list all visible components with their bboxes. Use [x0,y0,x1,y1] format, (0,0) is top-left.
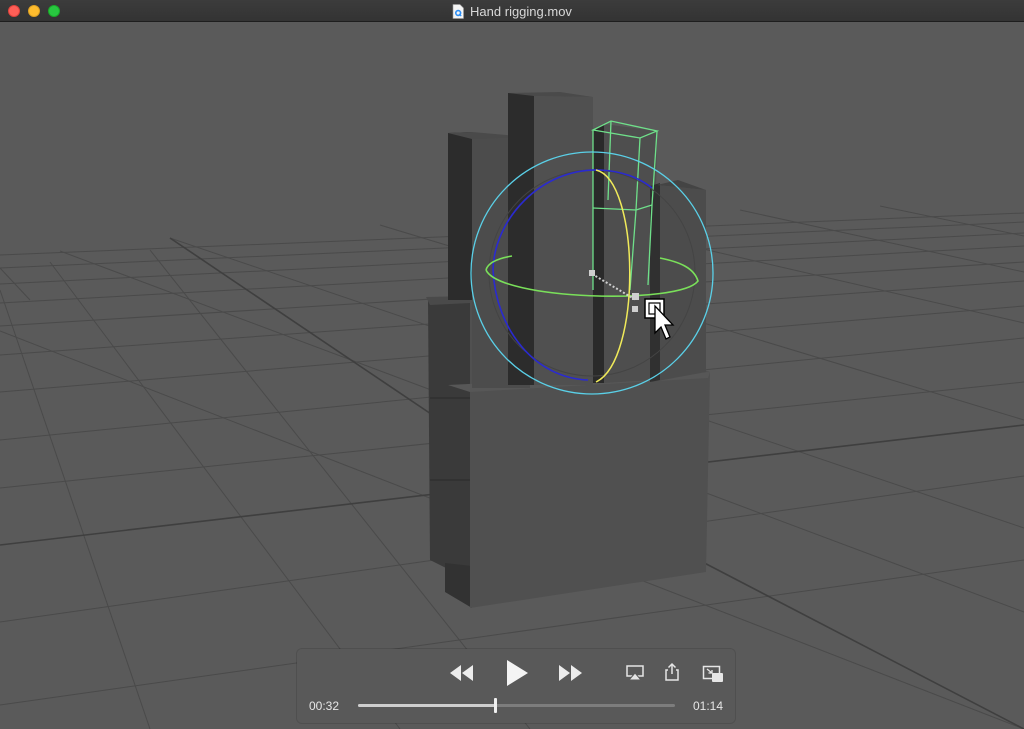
video-frame-3d-scene [0,22,1024,729]
share-icon [665,662,679,681]
window-title-group: Hand rigging.mov [0,0,1024,22]
timeline-scrubber[interactable] [358,698,675,713]
playhead-handle[interactable] [493,698,497,713]
fast-forward-button[interactable] [557,663,583,683]
airplay-icon [626,665,644,681]
window-title: Hand rigging.mov [470,3,572,19]
play-icon [507,660,528,686]
play-button[interactable] [504,658,530,688]
rewind-button[interactable] [449,663,475,683]
timeline-progress-fill [358,704,495,707]
share-button[interactable] [663,662,681,682]
quicktime-document-icon [452,3,464,19]
fast-forward-icon [559,665,582,681]
rewind-icon [450,665,473,681]
window-titlebar: Hand rigging.mov [0,0,1024,22]
duration-label: 01:14 [692,699,723,713]
picture-in-picture-button[interactable] [702,665,724,683]
current-time-label: 00:32 [309,699,340,713]
video-viewport[interactable] [0,22,1024,729]
playback-controls-hud: 00:32 01:14 [297,649,735,723]
picture-in-picture-icon [702,665,723,682]
airplay-button[interactable] [625,664,645,682]
